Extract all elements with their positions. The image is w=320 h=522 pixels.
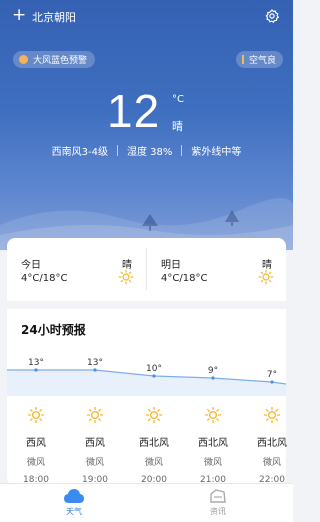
- weather-alert-badge[interactable]: 大风蓝色预警: [13, 51, 96, 68]
- sun-icon: [258, 269, 274, 285]
- cloud-icon: [64, 489, 84, 503]
- day-label: 今日: [21, 260, 41, 271]
- wind-direction: 西风: [26, 438, 46, 449]
- gear-icon[interactable]: [264, 8, 280, 24]
- wind-direction: 西北风: [139, 438, 169, 449]
- bottom-nav: 天气 资讯: [0, 483, 293, 522]
- day-temp-range: 4°C/18°C: [161, 273, 208, 284]
- sun-icon: [204, 406, 222, 424]
- sun-icon: [86, 406, 104, 424]
- temperature-point: [152, 374, 156, 378]
- wind-strength: 微风: [26, 458, 45, 468]
- sun-icon: [27, 406, 45, 424]
- hourly-item[interactable]: 西北风 微风 20:00: [126, 406, 182, 485]
- wind-strength: 微风: [262, 458, 281, 468]
- temperature-point: [93, 368, 97, 372]
- wind-direction: 西北风: [198, 438, 228, 449]
- air-quality-text: 空气良: [248, 56, 276, 66]
- day-temp-range: 4°C/18°C: [21, 273, 68, 284]
- air-quality-badge[interactable]: 空气良: [235, 51, 283, 68]
- temperature-unit: °C: [172, 94, 184, 105]
- wind-strength: 微风: [144, 458, 163, 468]
- alert-icon: [19, 55, 28, 64]
- hourly-title: 24小时预报: [21, 323, 86, 337]
- temperature-label: 7°: [267, 370, 277, 380]
- nav-news-label: 资讯: [210, 507, 226, 516]
- hourly-item[interactable]: 西风 微风 19:00: [67, 406, 123, 485]
- alert-text: 大风蓝色预警: [33, 56, 88, 66]
- wind-direction: 西北风: [257, 438, 287, 449]
- wind-info: 西南风3-4级: [51, 147, 108, 158]
- divider: [116, 145, 118, 156]
- current-details: 西南风3-4级 湿度 38% 紫外线中等: [0, 143, 293, 158]
- current-condition: 晴: [172, 120, 183, 133]
- temperature-label: 13°: [87, 358, 103, 368]
- weather-hero: + 北京朝阳 大风蓝色预警 空气良 12 °C 晴 西南风3-4级 湿度 38%…: [0, 0, 293, 250]
- today-forecast[interactable]: 今日 晴 4°C/18°C: [7, 238, 146, 300]
- city-name[interactable]: 北京朝阳: [32, 9, 76, 25]
- temperature-point: [211, 376, 215, 380]
- humidity-info: 湿度 38%: [126, 147, 173, 158]
- uv-info: 紫外线中等: [191, 147, 242, 158]
- sun-icon: [118, 269, 134, 285]
- hourly-item[interactable]: 西北风 微风 22:00: [244, 406, 300, 485]
- temperature-point: [34, 368, 38, 372]
- top-bar: + 北京朝阳: [0, 6, 293, 26]
- nav-news-tab[interactable]: 资讯: [188, 488, 248, 517]
- wind-strength: 微风: [85, 458, 104, 468]
- hourly-temperature-chart: 13° 13° 10° 9° 7°: [7, 358, 287, 396]
- nav-weather-tab[interactable]: 天气: [44, 488, 104, 517]
- air-quality-icon: [241, 55, 244, 64]
- wind-direction: 西风: [85, 438, 105, 449]
- temperature-label: 10°: [146, 364, 162, 374]
- forecast-card: 今日 晴 4°C/18°C 明日 晴 4°C/18°C 24小时预报 13° 1…: [7, 238, 287, 486]
- section-divider: [7, 301, 286, 309]
- current-temperature: 12: [107, 85, 161, 137]
- temperature-point: [270, 380, 274, 384]
- add-city-button[interactable]: +: [12, 6, 26, 24]
- news-icon: [210, 489, 226, 503]
- day-label: 明日: [161, 260, 181, 271]
- hourly-item[interactable]: 西北风 微风 21:00: [185, 406, 241, 485]
- sun-icon: [145, 406, 163, 424]
- temperature-label: 13°: [28, 358, 44, 368]
- tomorrow-forecast[interactable]: 明日 晴 4°C/18°C: [147, 238, 286, 300]
- sun-icon: [263, 406, 281, 424]
- nav-weather-label: 天气: [66, 507, 82, 516]
- hourly-item[interactable]: 西风 微风 18:00: [8, 406, 64, 485]
- wind-strength: 微风: [203, 458, 222, 468]
- temperature-label: 9°: [208, 366, 218, 376]
- divider: [181, 145, 183, 156]
